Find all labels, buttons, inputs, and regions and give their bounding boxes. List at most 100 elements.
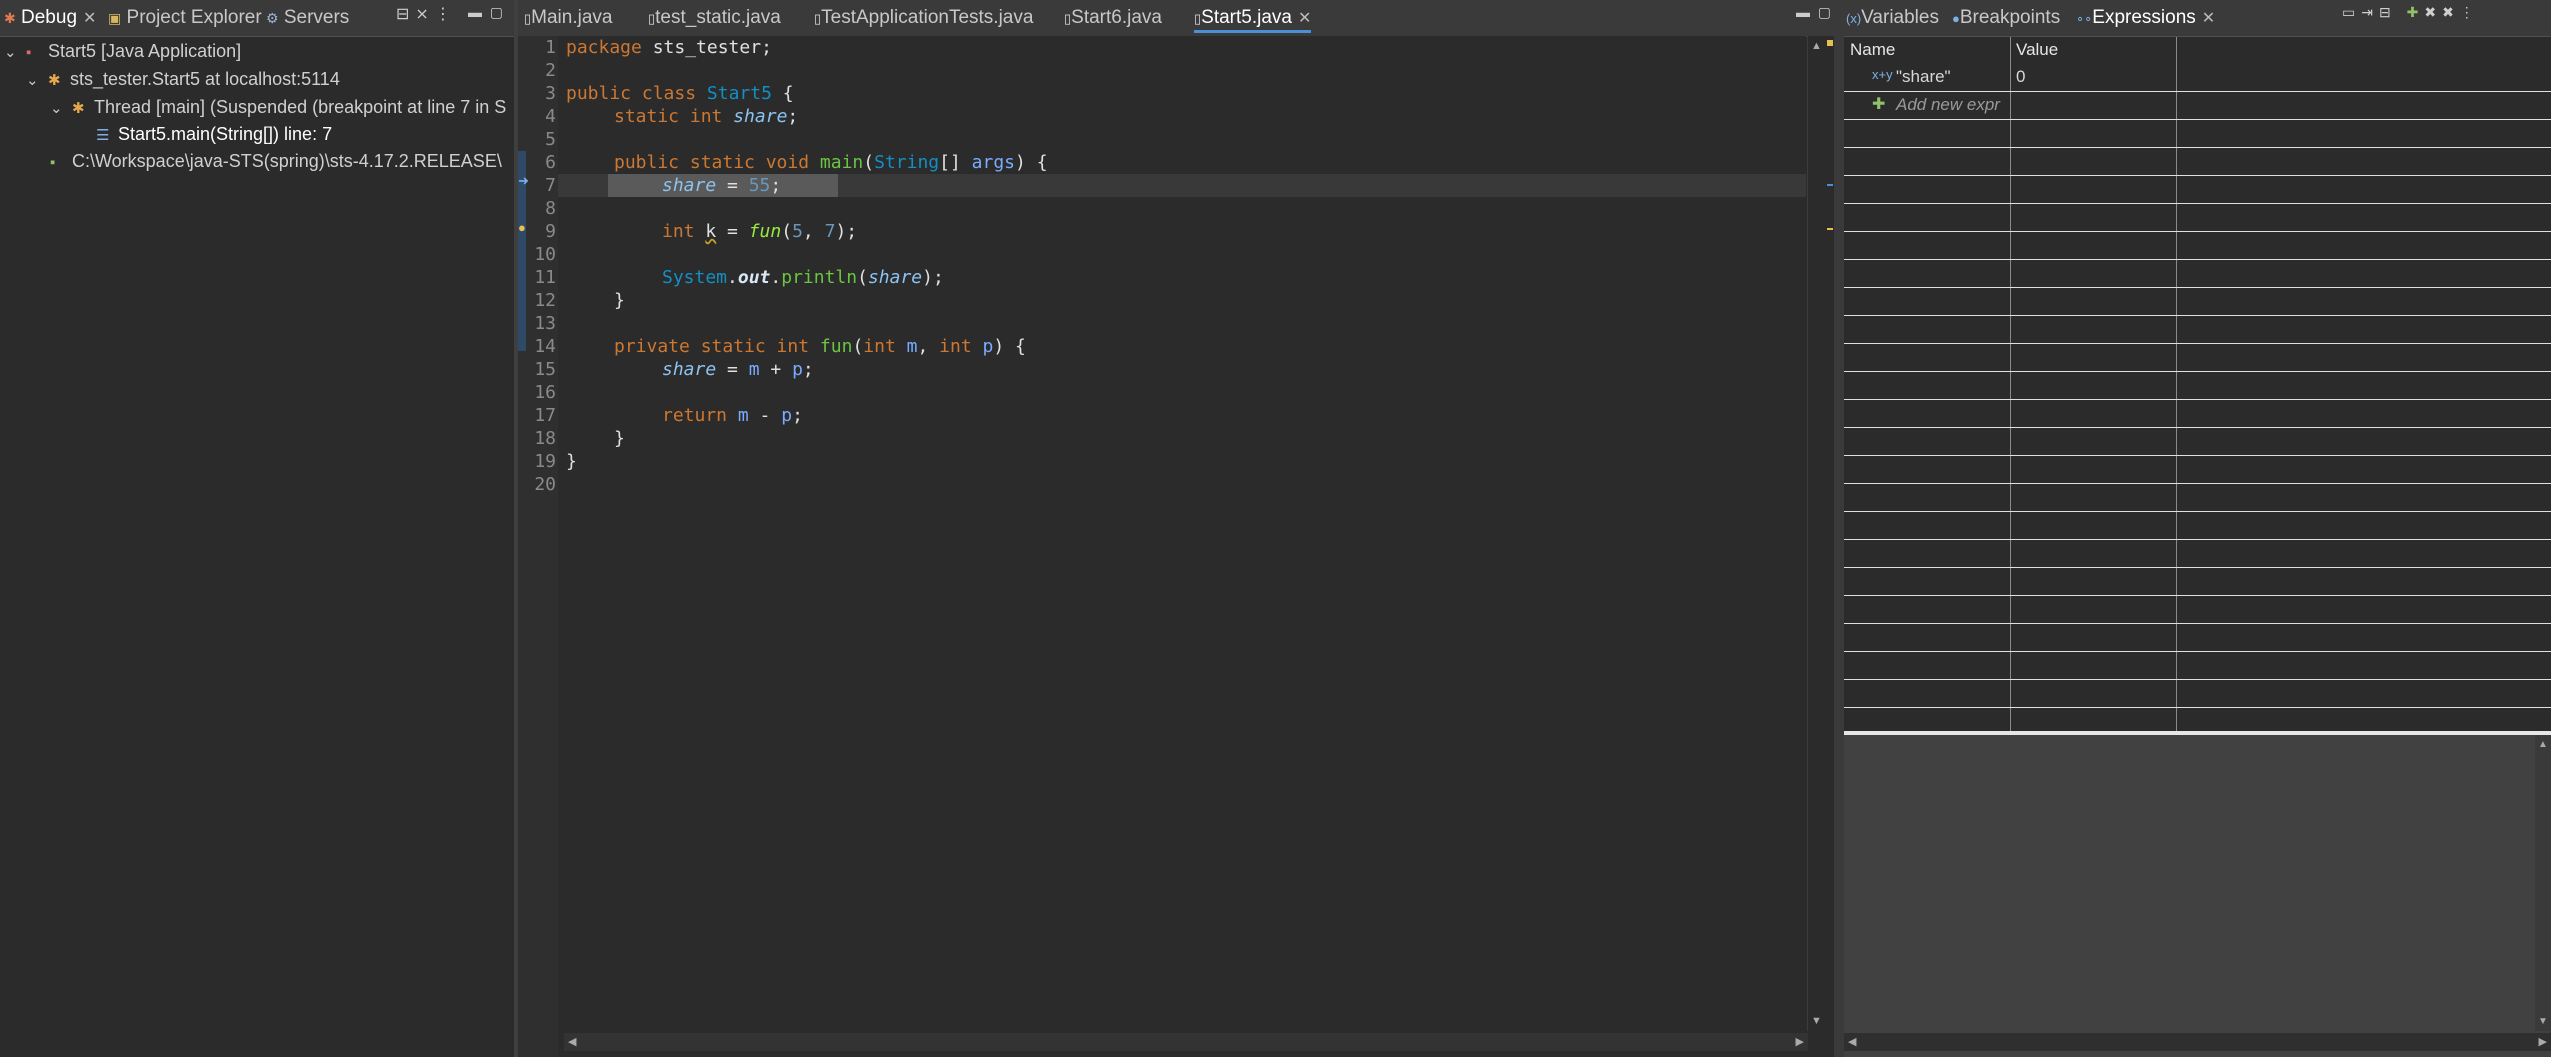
column-header-name[interactable]: Name [1850,37,1895,63]
line-number: 14 [534,336,556,357]
table-row [1844,680,2551,708]
scroll-up-icon[interactable]: ▲ [1811,40,1822,52]
table-row [1844,344,2551,372]
tree-thread[interactable]: ⌄ ✱ Thread [main] (Suspended (breakpoint a… [50,94,506,120]
line-number: 6 [545,152,556,173]
scroll-up-icon[interactable]: ▲ [2538,739,2548,750]
expressions-table[interactable]: Name Value x+y "share" 0 ✚ Add new expr [1844,37,2551,733]
line-number-gutter: ➜ ● 1 2 3 4 5 6 7 8 9 10 11 12 13 14 15 … [518,36,558,1057]
process-icon: ▪ [50,154,56,171]
view-menu-icon[interactable]: ⋮ [2460,4,2480,20]
tab-project-explorer[interactable]: ▣ Project Explorer [108,3,262,33]
table-row[interactable]: ✚ Add new expr [1844,92,2551,120]
tab-variables[interactable]: (x)Variables [1846,3,1939,33]
line-number: 12 [534,290,556,311]
tree-launch[interactable]: ⌄ ▪ Start5 [Java Application] [4,38,241,64]
chevron-down-icon[interactable]: ⌄ [4,40,26,66]
code-editor[interactable]: package sts_tester; public class Start5 … [558,36,1806,1031]
editor-vertical-scrollbar[interactable]: ▲ ▼ [1807,36,1826,1031]
editor-area: ▯Main.java ▯test_static.java ▯TestApplic… [518,0,1834,1057]
maximize-icon[interactable]: ▢ [1818,4,1831,20]
tab-start5-java[interactable]: ▯Start5.java ✕ [1194,3,1312,33]
code-line-18: } [614,428,625,449]
close-icon[interactable]: ✕ [2202,10,2215,27]
code-line-15: share = m + p; [662,359,814,380]
collapse-all-icon[interactable]: ⊟ [396,6,415,23]
line-number: 19 [534,451,556,472]
close-icon[interactable]: ✕ [83,10,96,27]
code-line-7: share = 55; [662,175,782,196]
scroll-down-icon[interactable]: ▼ [1811,1015,1822,1027]
code-line-19: } [566,451,577,472]
tab-breakpoints[interactable]: ●Breakpoints [1952,3,2060,33]
table-row [1844,288,2551,316]
show-type-names-icon[interactable]: ▭ [2342,4,2361,20]
scroll-down-icon[interactable]: ▼ [2538,1016,2548,1027]
minimize-icon[interactable]: ▬ [468,4,482,20]
code-line-9: int k = fun(5, 7); [662,221,858,242]
scroll-right-icon[interactable]: ▶ [1796,1035,1804,1048]
line-number: 1 [545,37,556,58]
collapse-all-icon[interactable]: ⊟ [2379,4,2397,20]
detail-vertical-scrollbar[interactable]: ▲ ▼ [2535,735,2551,1031]
code-line-3: public class Start5 { [566,83,794,104]
line-number: 8 [545,198,556,219]
line-number: 7 [545,175,556,196]
view-minmax: ▬ ▢ [468,4,503,21]
expression-detail-pane[interactable]: ▲ ▼ ◀ ▶ [1844,735,2551,1057]
show-logical-structure-icon[interactable]: ⇥ [2361,4,2379,20]
detail-horizontal-scrollbar[interactable]: ◀ ▶ [1844,1033,2551,1051]
ruler-marker [1827,184,1833,186]
line-number: 10 [534,244,556,265]
tree-debug-target[interactable]: ⌄ ✱ sts_tester.Start5 at localhost:5114 [26,66,340,92]
table-row [1844,596,2551,624]
column-header-value[interactable]: Value [2016,37,2058,63]
tab-test-static-java[interactable]: ▯test_static.java [648,3,781,33]
line-number: 15 [534,359,556,380]
scroll-left-icon[interactable]: ◀ [1848,1035,1856,1048]
editor-horizontal-scrollbar[interactable]: ◀ ▶ [564,1033,1808,1051]
line-number: 13 [534,313,556,334]
minimize-icon[interactable]: ▬ [1796,4,1810,20]
maximize-icon[interactable]: ▢ [490,4,503,20]
view-menu-icon[interactable]: ⋮ [435,6,457,23]
tree-stack-frame[interactable]: ☰ Start5.main(String[]) line: 7 [96,121,332,147]
debug-target-icon: ✱ [48,72,61,89]
add-expression-icon[interactable]: ✚ [2407,4,2425,20]
tab-testapplicationtests-java[interactable]: ▯TestApplicationTests.java [814,3,1033,33]
chevron-down-icon[interactable]: ⌄ [26,68,48,94]
code-line-4: static int share; [614,106,799,127]
remove-expression-icon[interactable]: ✖ [2424,4,2442,20]
line-number: 18 [534,428,556,449]
remove-terminated-icon[interactable]: ⨯ [415,6,434,23]
overview-ruler[interactable] [1826,36,1834,1031]
tree-process[interactable]: ▪ C:\Workspace\java-STS(spring)\sts-4.17.… [50,148,502,174]
scroll-left-icon[interactable]: ◀ [568,1035,576,1048]
scroll-right-icon[interactable]: ▶ [2539,1035,2547,1048]
tab-main-java[interactable]: ▯Main.java [524,3,612,33]
code-line-14: private static int fun(int m, int p) { [614,336,1026,357]
close-icon[interactable]: ✕ [1298,10,1311,27]
table-row[interactable]: x+y "share" 0 [1844,64,2551,92]
thread-icon: ✱ [72,100,85,117]
sash-right[interactable] [1834,0,1844,1057]
editor-minmax: ▬ ▢ [1796,4,1831,21]
stack-frame-icon: ☰ [96,127,110,144]
ruler-marker [1827,40,1833,46]
table-row [1844,316,2551,344]
line-number: 17 [534,405,556,426]
expression-name: "share" [1896,67,1951,86]
tab-start6-java[interactable]: ▯Start6.java [1064,3,1162,33]
tab-debug[interactable]: ✱ Debug ✕ [4,3,96,33]
line-number: 11 [534,267,556,288]
tab-servers[interactable]: ⚙ Servers [266,3,349,33]
table-row [1844,624,2551,652]
tab-expressions[interactable]: ∘∘Expressions ✕ [2076,3,2215,33]
servers-icon: ⚙ [266,10,279,26]
table-row [1844,372,2551,400]
line-number: 20 [534,474,556,495]
table-row [1844,176,2551,204]
remove-all-icon[interactable]: ✖ [2442,4,2460,20]
chevron-down-icon[interactable]: ⌄ [50,96,72,122]
add-new-expression[interactable]: Add new expr [1896,95,2000,115]
